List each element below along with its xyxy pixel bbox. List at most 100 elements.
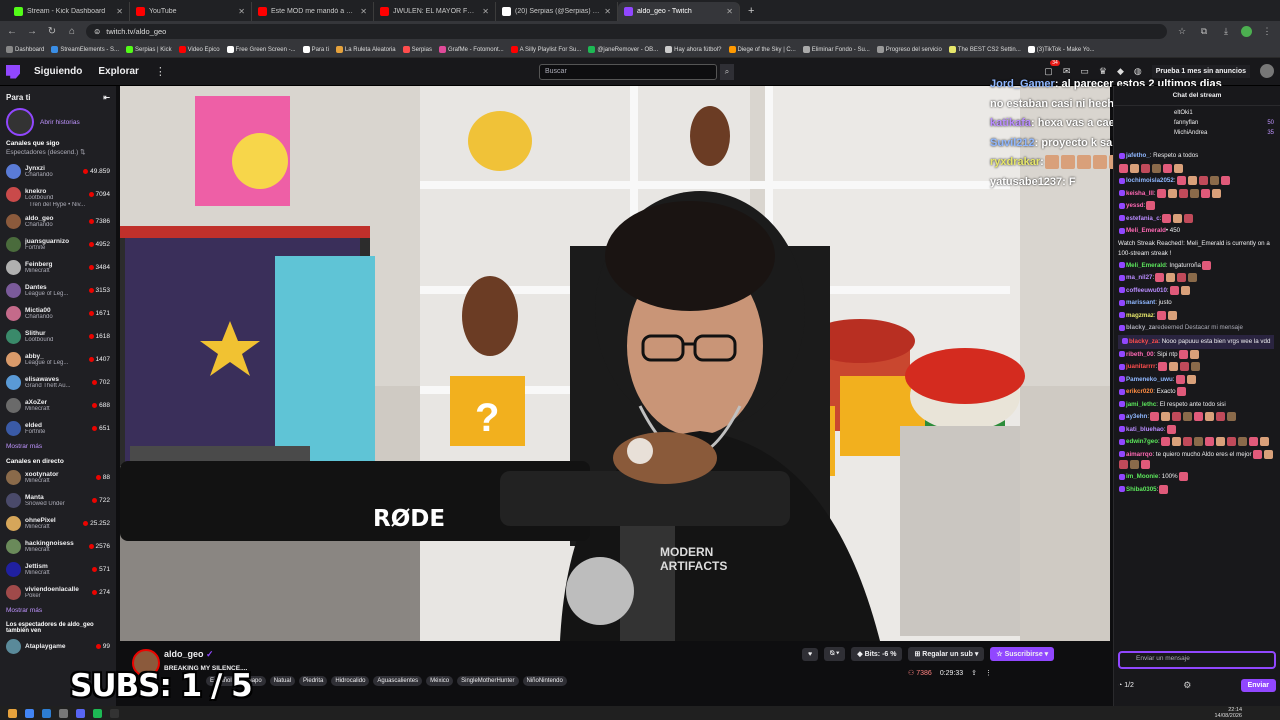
bookmark-item[interactable]: StreamElements - S... [51,46,119,53]
sidebar-channel[interactable]: hackingnoisess Minecraft 2576 [0,535,116,558]
subscribe-button[interactable]: ☆ Suscribirse ▾ [990,647,1055,661]
close-tab-icon[interactable]: ✕ [482,7,489,16]
stream-tag[interactable]: Natual [269,676,296,686]
chat-username[interactable]: ma_nil27 [1126,275,1152,282]
sidebar-channel[interactable]: juansguarnizo Fortnite 4952 [0,233,116,256]
show-more-followed[interactable]: Mostrar más [0,440,116,453]
discord-taskbar-icon[interactable] [76,708,85,718]
close-tab-icon[interactable]: ✕ [726,7,733,16]
bookmark-item[interactable]: (3)TikTok - Make Yo... [1027,46,1095,53]
more-menu-icon[interactable]: ⋮ [155,65,166,78]
browser-tab[interactable]: JWULEN: EL MAYOR FRAUDE D... ✕ [374,2,496,21]
taskbar-app-icon[interactable] [42,708,51,718]
sidebar-channel[interactable]: aldo_geo Charlando 7386 [0,210,116,233]
chat-username[interactable]: Meli_Emerald [1126,227,1166,234]
chat-username[interactable]: jafetho_ [1126,152,1150,159]
show-more-live[interactable]: Mostrar más [0,604,116,617]
chat-username[interactable]: blacky_za [1129,338,1158,345]
chat-username[interactable]: aimarrqo [1126,451,1152,458]
bits-button[interactable]: ◆ Bits: -6 % [851,647,903,661]
stream-tag[interactable]: Piedrita [299,676,328,686]
download-icon[interactable]: ⤓ [1219,26,1233,37]
sort-icon[interactable]: ⇅ [80,149,85,156]
follow-heart-button[interactable]: ♥ [802,647,819,661]
sidebar-channel[interactable]: ohnePixel Minecraft 25.252 [0,512,116,535]
taskbar-clock[interactable]: 22:14 14/08/2026 [1214,707,1242,719]
bookmark-item[interactable]: A Silly Playlist For Su... [510,46,581,53]
bookmark-item[interactable]: GrafMe - Fotomont... [438,46,504,53]
close-tab-icon[interactable]: ✕ [238,7,245,16]
sidebar-channel[interactable]: Tren del Hype • Niv... [0,200,116,210]
sidebar-channel[interactable]: aXoZer Minecraft 688 [0,394,116,417]
sidebar-channel[interactable]: Slithur Lootbound 1618 [0,325,116,348]
bookmark-star-icon[interactable]: ☆ [1175,26,1189,37]
chat-username[interactable]: Shiba0305 [1126,486,1157,493]
sidebar-channel[interactable]: abby_ League of Leg... 1407 [0,348,116,371]
search-button[interactable]: ⌕ [720,64,734,80]
stream-tag[interactable]: México [426,676,454,686]
chat-username[interactable]: edwin7geo [1126,438,1158,445]
reload-icon[interactable]: ↻ [46,26,58,37]
browser-tab[interactable]: (20) Serpias (@Serpias) / X ✕ [496,2,618,21]
chat-username[interactable]: jami_lethc [1126,401,1156,408]
new-tab-button[interactable]: + [740,2,762,21]
share-icon[interactable]: ⇪ [971,669,977,677]
send-chat-button[interactable]: Enviar [1240,678,1276,692]
sidebar-channel[interactable]: Dantes League of Leg... 3153 [0,279,116,302]
bookmark-item[interactable]: Hay ahora fútbol? [665,46,722,53]
chat-username[interactable]: coffeeuwu010 [1126,287,1167,294]
taskbar-app-icon[interactable] [8,708,17,718]
streamer-name[interactable]: aldo_geo ✓ [164,649,214,660]
stream-tag[interactable]: Aguascalientes [373,676,423,686]
search-input[interactable]: Buscar [539,64,717,80]
sidebar-channel[interactable]: viviendoenlacalle Poker 274 [0,581,116,604]
bookmark-item[interactable]: La Ruleta Aleatoria [335,46,396,53]
close-tab-icon[interactable]: ✕ [604,7,611,16]
stream-tag[interactable]: Hidrocalido [331,676,370,686]
chat-username[interactable]: juanitarrrr [1126,363,1156,370]
sidebar-channel[interactable]: Mictia00 Charlando 1671 [0,302,116,325]
bookmark-item[interactable]: Dashboard [6,46,44,53]
sidebar-channel[interactable]: Jynxzi Charlando 49.859 [0,160,116,183]
stream-tag[interactable]: NiñoNintendo [522,676,567,686]
stories-avatar[interactable] [6,108,34,136]
chat-username[interactable]: im_Moonie [1126,473,1158,480]
bookmark-item[interactable]: Free Green Screen -... [226,46,296,53]
collapse-sidebar-icon[interactable]: ⇤ [103,93,110,102]
close-tab-icon[interactable]: ✕ [360,7,367,16]
chat-username[interactable]: ay3ehn [1126,413,1147,420]
browse-link[interactable]: Explorar [98,66,139,77]
sidebar-channel[interactable]: Feinberg Minecraft 3484 [0,256,116,279]
notify-toggle-button[interactable]: ⍉ ▾ [824,647,846,661]
user-avatar[interactable] [1260,64,1274,78]
chat-username[interactable]: lochimoisla2052 [1126,177,1174,184]
sort-label[interactable]: Espectadores (descend.) ⇅ [0,148,116,160]
chat-username[interactable]: kati_bluehao [1126,426,1164,433]
twitch-logo-icon[interactable] [6,64,20,79]
following-link[interactable]: Siguiendo [34,66,82,77]
bookmark-item[interactable]: The BEST CS2 Settin... [948,46,1021,53]
chat-input[interactable]: Enviar un mensaje [1118,651,1276,669]
bookmark-item[interactable]: Diege of the Sky | C... [728,46,796,53]
bookmark-item[interactable]: Para ti [302,46,329,53]
forward-icon[interactable]: → [26,26,38,37]
browser-tab[interactable]: YouTube ✕ [130,2,252,21]
stories-link[interactable]: Abrir historias [40,119,80,126]
chat-settings-icon[interactable]: ⚙ [1183,680,1191,691]
taskbar-app-icon[interactable] [59,708,68,718]
browser-menu-icon[interactable]: ⋮ [1260,26,1274,37]
chat-username[interactable]: Pameneko_uwu [1126,376,1173,383]
browser-tab[interactable]: Este MOD me mandó a TERAPI... ✕ [252,2,374,21]
obs-taskbar-icon[interactable] [110,708,119,718]
bookmark-item[interactable]: @janeRemover - OB... [588,46,658,53]
stream-tag[interactable]: SingleMotherHunter [457,676,519,686]
stories-row[interactable]: Abrir historias [0,106,116,138]
back-icon[interactable]: ← [6,26,18,37]
sidebar-channel[interactable]: Manta Snowed Under 722 [0,489,116,512]
more-options-icon[interactable]: ⋮ [985,669,992,677]
bookmark-item[interactable]: Progreso del servicio [876,46,942,53]
bookmark-item[interactable]: Video Epico [178,46,220,53]
sidebar-channel[interactable]: elded Fortnite 651 [0,417,116,440]
chat-username[interactable]: Meli_Emerald [1126,262,1166,269]
chat-username[interactable]: yessd [1126,202,1144,209]
